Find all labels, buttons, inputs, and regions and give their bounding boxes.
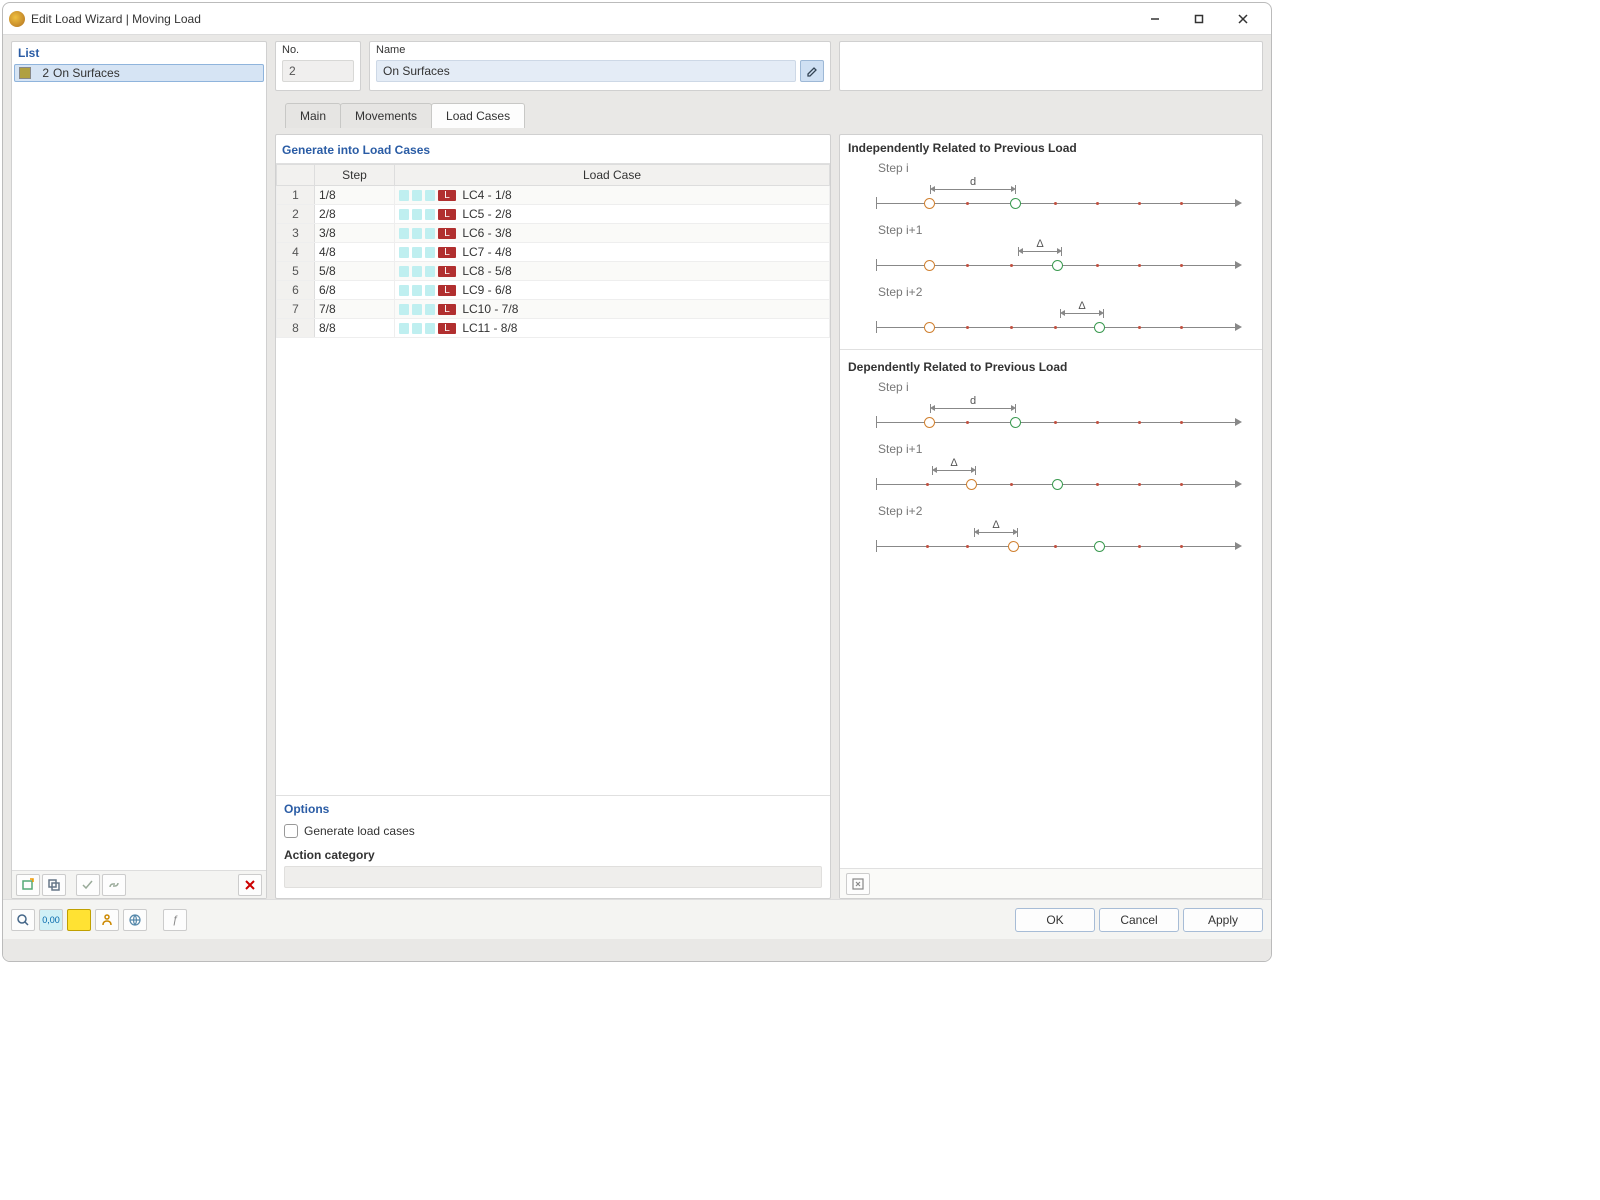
app-icon (9, 11, 25, 27)
check-button[interactable] (76, 874, 100, 896)
name-field[interactable]: On Surfaces (376, 60, 796, 82)
diagram-step-i2: Δ (858, 301, 1244, 341)
list-item-swatch (19, 67, 31, 79)
table-row[interactable]: 33/8L LC6 - 3/8 (277, 224, 830, 243)
window-title: Edit Load Wizard | Moving Load (31, 12, 1133, 26)
function-button[interactable]: ƒ (163, 909, 187, 931)
person-button[interactable] (95, 909, 119, 931)
number-field: 2 (282, 60, 354, 82)
list-item[interactable]: 2 On Surfaces (14, 64, 264, 82)
diagram-dep-step-i: d (858, 396, 1244, 436)
diagram-step-i1: Δ (858, 239, 1244, 279)
tabbar: Main Movements Load Cases (275, 103, 1263, 128)
units-button[interactable]: 0,00 (39, 909, 63, 931)
globe-button[interactable] (123, 909, 147, 931)
table-row[interactable]: 77/8L LC10 - 7/8 (277, 300, 830, 319)
col-step: Step (315, 165, 395, 186)
col-load-case: Load Case (395, 165, 830, 186)
list-heading: List (12, 42, 266, 62)
tab-movements[interactable]: Movements (340, 103, 432, 128)
action-category-field[interactable] (284, 866, 822, 888)
cancel-button[interactable]: Cancel (1099, 908, 1179, 932)
load-cases-table: Step Load Case 11/8L LC4 - 1/822/8L LC5 … (276, 164, 830, 338)
generate-checkbox-label: Generate load cases (304, 824, 415, 838)
new-button[interactable] (16, 874, 40, 896)
dep-title: Dependently Related to Previous Load (848, 360, 1254, 374)
color-button[interactable] (67, 909, 91, 931)
number-label: No. (282, 44, 354, 56)
generate-checkbox[interactable] (284, 824, 298, 838)
diagram-dep-step-i2: Δ (858, 520, 1244, 560)
titlebar: Edit Load Wizard | Moving Load (3, 3, 1271, 35)
preview-placeholder (839, 41, 1263, 91)
diagram-step-i: d (858, 177, 1244, 217)
step-label: Step i+2 (878, 504, 1254, 518)
minimize-button[interactable] (1133, 5, 1177, 33)
action-category-label: Action category (284, 848, 822, 862)
name-label: Name (376, 44, 824, 56)
link-button[interactable] (102, 874, 126, 896)
step-label: Step i+2 (878, 285, 1254, 299)
tab-main[interactable]: Main (285, 103, 341, 128)
diagram-dep-step-i1: Δ (858, 458, 1244, 498)
table-row[interactable]: 88/8L LC11 - 8/8 (277, 319, 830, 338)
table-row[interactable]: 22/8L LC5 - 2/8 (277, 205, 830, 224)
delete-button[interactable] (238, 874, 262, 896)
table-row[interactable]: 44/8L LC7 - 4/8 (277, 243, 830, 262)
generate-heading: Generate into Load Cases (282, 139, 824, 159)
step-label: Step i+1 (878, 223, 1254, 237)
step-label: Step i (878, 161, 1254, 175)
step-label: Step i (878, 380, 1254, 394)
diagram-settings-button[interactable] (846, 873, 870, 895)
options-heading: Options (284, 802, 822, 816)
copy-button[interactable] (42, 874, 66, 896)
list-item-label: On Surfaces (53, 66, 120, 80)
table-row[interactable]: 11/8L LC4 - 1/8 (277, 186, 830, 205)
close-button[interactable] (1221, 5, 1265, 33)
table-row[interactable]: 55/8L LC8 - 5/8 (277, 262, 830, 281)
rename-button[interactable] (800, 60, 824, 82)
list-item-number: 2 (35, 66, 49, 80)
indep-title: Independently Related to Previous Load (848, 141, 1254, 155)
maximize-button[interactable] (1177, 5, 1221, 33)
table-row[interactable]: 66/8L LC9 - 6/8 (277, 281, 830, 300)
tab-load-cases[interactable]: Load Cases (431, 103, 525, 128)
step-label: Step i+1 (878, 442, 1254, 456)
ok-button[interactable]: OK (1015, 908, 1095, 932)
apply-button[interactable]: Apply (1183, 908, 1263, 932)
help-button[interactable] (11, 909, 35, 931)
